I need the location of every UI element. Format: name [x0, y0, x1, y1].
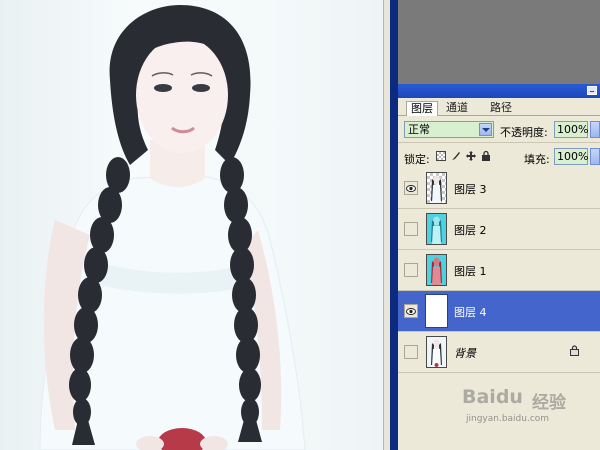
opacity-input[interactable]: 100%	[554, 121, 588, 138]
watermark-product: 经验	[532, 393, 566, 413]
tab-layers[interactable]: 图层	[406, 101, 438, 116]
lock-row: 锁定: 填充: 100%	[398, 143, 600, 170]
visibility-toggle[interactable]	[404, 222, 418, 236]
opacity-label: 不透明度:	[500, 126, 548, 139]
layer-thumbnail	[425, 294, 448, 328]
layer-list: 图层 3 图层 2 图层 1 图层 4 背景	[398, 168, 600, 373]
watermark-brand: Baidu	[462, 386, 523, 408]
image-canvas[interactable]	[0, 0, 383, 450]
chevron-down-icon[interactable]	[479, 123, 492, 136]
visibility-toggle[interactable]	[404, 263, 418, 277]
fill-stepper[interactable]	[590, 148, 600, 165]
layer-thumbnail	[426, 336, 447, 368]
lock-icon	[570, 345, 579, 356]
panel-title-bar[interactable]	[398, 84, 600, 98]
lock-transparency-icon[interactable]	[436, 151, 446, 161]
photo-figure	[39, 5, 306, 450]
layer-name[interactable]: 图层 2	[454, 222, 487, 238]
watermark: Baidu 经验 jingyan.baidu.com	[462, 386, 598, 430]
visibility-toggle[interactable]	[404, 181, 418, 195]
eye-icon	[406, 185, 416, 192]
layer-row-selected[interactable]: 图层 4	[398, 291, 600, 332]
visibility-toggle[interactable]	[404, 345, 418, 359]
visibility-toggle[interactable]	[404, 304, 418, 318]
panel-tabs: 图层 通道 路径	[398, 98, 600, 116]
layer-name[interactable]: 图层 1	[454, 263, 487, 279]
eye-icon	[406, 308, 416, 315]
lock-icon[interactable]	[481, 150, 491, 161]
workspace-background	[398, 0, 600, 84]
layer-thumbnail	[426, 254, 447, 286]
opacity-stepper[interactable]	[590, 121, 600, 138]
layer-row[interactable]: 图层 3	[398, 168, 600, 209]
tab-channels[interactable]: 通道	[442, 101, 472, 115]
blend-mode-select[interactable]: 正常	[404, 121, 494, 138]
layer-name[interactable]: 背景	[454, 345, 476, 361]
fill-input[interactable]: 100%	[554, 148, 588, 165]
blend-row: 正常 不透明度: 100%	[398, 116, 600, 143]
layer-thumbnail	[426, 213, 447, 245]
window-border	[390, 0, 398, 450]
watermark-url: jingyan.baidu.com	[466, 414, 550, 424]
layer-name[interactable]: 图层 3	[454, 181, 487, 197]
tab-paths[interactable]: 路径	[486, 101, 516, 115]
layer-thumbnail	[426, 172, 447, 204]
layer-row[interactable]: 背景	[398, 332, 600, 373]
move-icon[interactable]	[466, 151, 476, 161]
brush-icon[interactable]	[451, 151, 461, 161]
layer-name[interactable]: 图层 4	[454, 304, 487, 320]
layer-row[interactable]: 图层 2	[398, 209, 600, 250]
layer-row[interactable]: 图层 1	[398, 250, 600, 291]
lock-label: 锁定:	[404, 153, 430, 166]
fill-label: 填充:	[524, 153, 550, 166]
blend-mode-value: 正常	[408, 123, 430, 136]
panel-minimize-button[interactable]	[587, 86, 597, 95]
